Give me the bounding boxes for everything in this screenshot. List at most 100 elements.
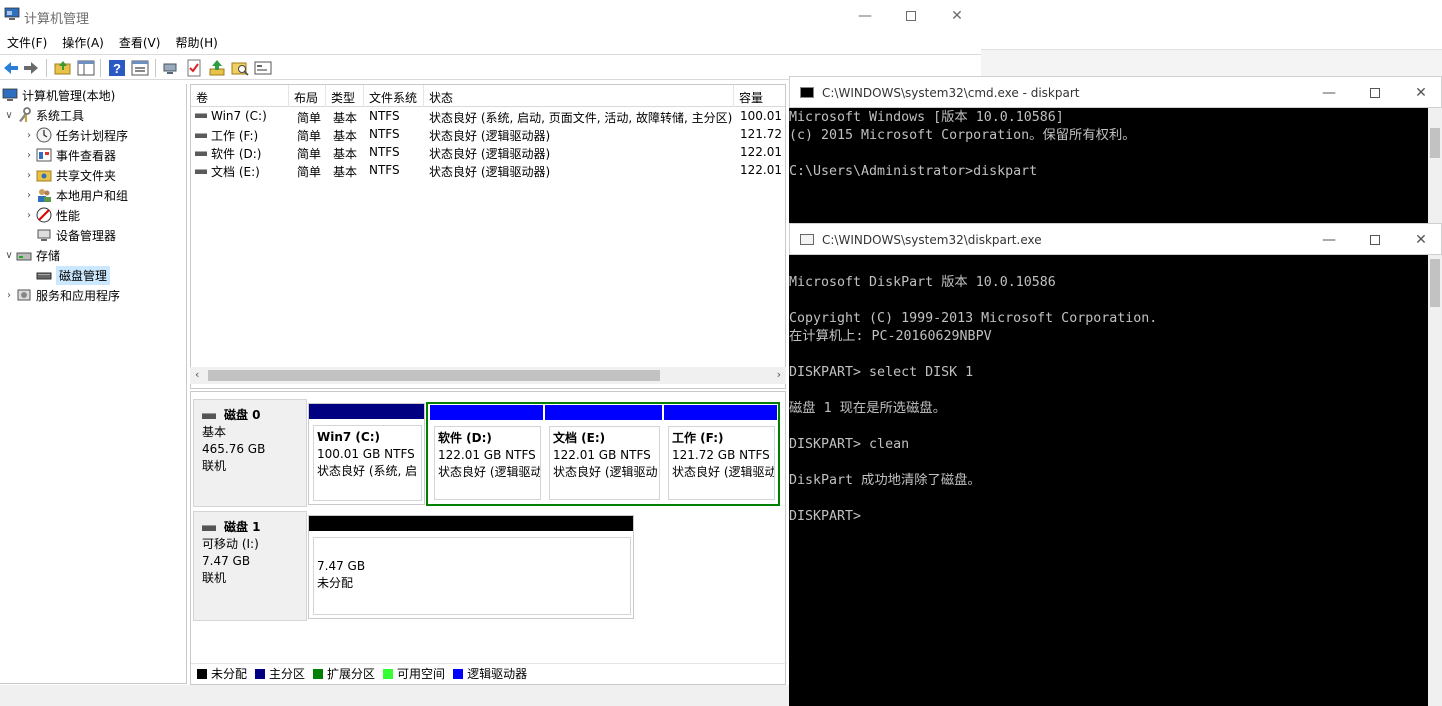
menu-view[interactable]: 查看(V) xyxy=(112,31,169,53)
scrollbar-thumb[interactable] xyxy=(1430,259,1440,307)
chevron-right-icon[interactable]: › xyxy=(24,210,34,221)
tree-root[interactable]: 计算机管理(本地) xyxy=(2,85,115,105)
back-arrow-icon[interactable] xyxy=(2,59,20,77)
properties-view-icon[interactable] xyxy=(131,59,149,77)
menu-action[interactable]: 操作(A) xyxy=(55,31,112,53)
column-header-capacity[interactable]: 容量 xyxy=(734,85,785,107)
minimize-icon: — xyxy=(1322,232,1336,248)
chevron-right-icon[interactable]: › xyxy=(4,290,14,301)
partition-status: 状态良好 (逻辑驱动 xyxy=(553,465,658,479)
chevron-right-icon[interactable]: › xyxy=(24,190,34,201)
legend-swatch xyxy=(313,668,324,679)
diskpart-title-bar: C:\WINDOWS\system32\diskpart.exe — ✕ xyxy=(789,223,1442,255)
menu-help[interactable]: 帮助(H) xyxy=(168,31,225,53)
column-header-status[interactable]: 状态 xyxy=(424,85,734,107)
partition-size: 100.01 GB NTFS xyxy=(317,447,415,461)
tree-item-services-apps[interactable]: › 服务和应用程序 xyxy=(4,285,120,305)
up-folder-icon[interactable] xyxy=(54,59,72,77)
partition-name: 软件 (D:) xyxy=(438,431,492,445)
chevron-down-icon[interactable]: ∨ xyxy=(4,110,14,121)
vertical-scrollbar[interactable] xyxy=(1428,255,1442,706)
minimize-button[interactable]: — xyxy=(1306,77,1352,109)
tree-item-system-tools[interactable]: ∨ 系统工具 xyxy=(4,105,84,125)
arrow-up-green-icon[interactable] xyxy=(208,59,226,77)
disk-1-info[interactable]: 磁盘 1 可移动 (I:) 7.47 GB 联机 xyxy=(193,511,307,621)
maximize-icon xyxy=(906,10,916,21)
volume-name: 文档 (E:) xyxy=(211,165,260,179)
scroll-right-icon[interactable]: › xyxy=(777,368,781,381)
partition-unallocated[interactable]: 7.47 GB 未分配 xyxy=(308,515,634,619)
diskpart-console-output[interactable]: Microsoft DiskPart 版本 10.0.10586 Copyrig… xyxy=(789,255,1428,706)
horizontal-scrollbar[interactable]: ‹ › xyxy=(190,367,786,384)
tree-item-disk-management[interactable]: 磁盘管理 xyxy=(34,265,111,285)
maximize-button[interactable] xyxy=(888,0,934,31)
partition-size: 121.72 GB NTFS xyxy=(672,448,770,462)
chevron-down-icon[interactable]: ∨ xyxy=(4,250,14,261)
partition-e[interactable]: 文档 (E:) 122.01 GB NTFS 状态良好 (逻辑驱动 xyxy=(544,404,663,504)
vertical-scrollbar[interactable] xyxy=(1428,108,1442,228)
partition-color-bar xyxy=(309,404,424,419)
legend-item: 未分配 xyxy=(197,665,247,682)
search-folder-icon[interactable] xyxy=(231,59,249,77)
table-row[interactable]: 文档 (E:) 简单 基本 NTFS 状态良好 (逻辑驱动器) 122.01 G xyxy=(191,161,785,179)
disk-type: 基本 xyxy=(202,425,227,439)
volume-status: 状态良好 (逻辑驱动器) xyxy=(429,129,551,143)
chevron-right-icon[interactable]: › xyxy=(24,170,34,181)
maximize-button[interactable] xyxy=(1352,77,1398,109)
tree-item-device-manager[interactable]: 设备管理器 xyxy=(34,225,116,245)
disk-status: 联机 xyxy=(202,571,227,585)
partition-d[interactable]: 软件 (D:) 122.01 GB NTFS 状态良好 (逻辑驱动 xyxy=(429,404,544,504)
column-header-volume[interactable]: 卷 xyxy=(191,85,289,107)
menu-file[interactable]: 文件(F) xyxy=(0,31,55,53)
volume-layout: 简单 xyxy=(297,111,322,125)
table-row[interactable]: 工作 (F:) 简单 基本 NTFS 状态良好 (逻辑驱动器) 121.72 G xyxy=(191,125,785,143)
column-header-layout[interactable]: 布局 xyxy=(289,85,326,107)
partition-size: 7.47 GB xyxy=(317,559,366,573)
tree-item-label: 系统工具 xyxy=(36,108,85,123)
tree-item-label: 事件查看器 xyxy=(56,148,117,163)
forward-arrow-icon[interactable] xyxy=(22,59,40,77)
tree-item-local-users[interactable]: › 本地用户和组 xyxy=(24,185,128,205)
tree-item-task-scheduler[interactable]: › 任务计划程序 xyxy=(24,125,128,145)
table-row[interactable]: Win7 (C:) 简单 基本 NTFS 状态良好 (系统, 启动, 页面文件,… xyxy=(191,107,785,125)
minimize-button[interactable]: — xyxy=(1306,224,1352,256)
volume-icon xyxy=(195,133,207,138)
show-hide-tree-icon[interactable] xyxy=(77,59,95,77)
help-icon[interactable]: ? xyxy=(108,59,126,77)
scrollbar-thumb[interactable] xyxy=(1430,128,1440,158)
column-header-filesystem[interactable]: 文件系统 xyxy=(364,85,424,107)
tree-item-shared-folders[interactable]: › 共享文件夹 xyxy=(24,165,116,185)
maximize-button[interactable] xyxy=(1352,224,1398,256)
minimize-button[interactable]: — xyxy=(842,0,888,31)
scrollbar-thumb[interactable] xyxy=(208,370,660,381)
table-row[interactable]: 软件 (D:) 简单 基本 NTFS 状态良好 (逻辑驱动器) 122.01 G xyxy=(191,143,785,161)
close-button[interactable]: ✕ xyxy=(934,0,980,31)
cmd-console-output[interactable]: Microsoft Windows [版本 10.0.10586] (c) 20… xyxy=(789,108,1428,228)
tree-item-label: 磁盘管理 xyxy=(56,265,111,285)
background-window-strip xyxy=(981,49,1442,78)
tree-item-performance[interactable]: › 性能 xyxy=(24,205,80,225)
chevron-right-icon[interactable]: › xyxy=(24,150,34,161)
volume-type: 基本 xyxy=(333,165,358,179)
chevron-right-icon[interactable]: › xyxy=(24,130,34,141)
legend-item: 主分区 xyxy=(255,665,305,682)
maximize-icon xyxy=(1370,235,1380,245)
partition-f[interactable]: 工作 (F:) 121.72 GB NTFS 状态良好 (逻辑驱动 xyxy=(663,404,778,504)
partition-c[interactable]: Win7 (C:) 100.01 GB NTFS 状态良好 (系统, 启 xyxy=(308,403,425,505)
connect-icon[interactable] xyxy=(162,59,180,77)
scroll-left-icon[interactable]: ‹ xyxy=(195,368,199,381)
disk-icon xyxy=(202,524,216,531)
svg-text:?: ? xyxy=(113,61,121,76)
disk-management-icon xyxy=(36,272,52,280)
toolbar-separator xyxy=(100,59,101,77)
tree-item-event-viewer[interactable]: › 事件查看器 xyxy=(24,145,116,165)
close-button[interactable]: ✕ xyxy=(1398,77,1442,109)
close-button[interactable]: ✕ xyxy=(1398,224,1442,256)
checklist-icon[interactable] xyxy=(185,59,203,77)
partition-size: 122.01 GB NTFS xyxy=(438,448,536,462)
console-icon[interactable] xyxy=(254,59,272,77)
tree-item-storage[interactable]: ∨ 存储 xyxy=(4,245,60,265)
tree-item-label: 共享文件夹 xyxy=(56,168,117,183)
disk-0-info[interactable]: 磁盘 0 基本 465.76 GB 联机 xyxy=(193,399,307,507)
column-header-type[interactable]: 类型 xyxy=(326,85,364,107)
